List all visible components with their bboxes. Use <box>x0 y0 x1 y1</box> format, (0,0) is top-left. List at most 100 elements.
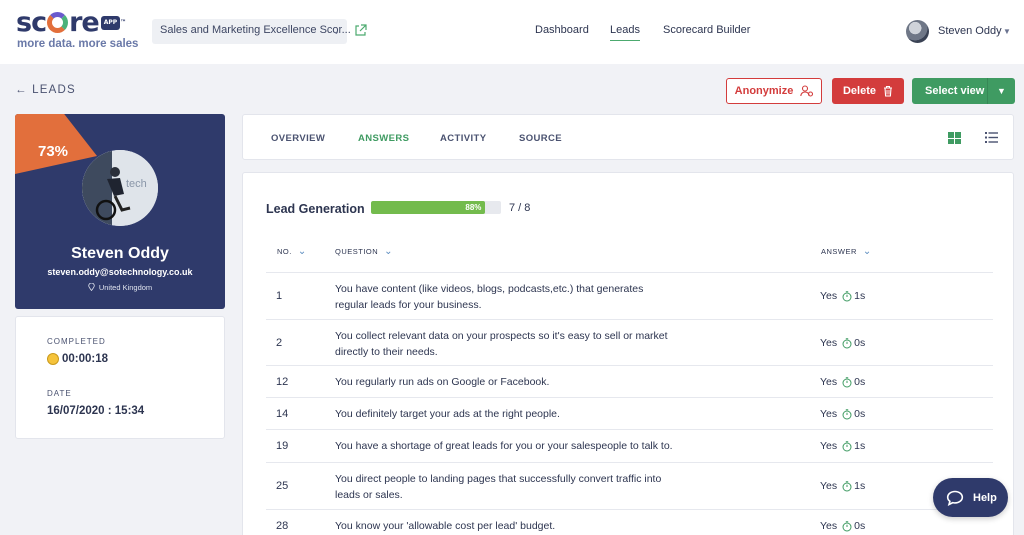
delete-button[interactable]: Delete <box>832 78 904 104</box>
row-answer: Yes 0s <box>820 376 865 388</box>
chevron-down-icon: ⌄ <box>384 246 394 257</box>
row-time-value: 0s <box>854 520 866 532</box>
stopwatch-icon <box>842 337 852 348</box>
tab-overview[interactable]: OVERVIEW <box>271 133 325 144</box>
answers-panel: Lead Generation 88% 7 / 8 NO. ⌄ QUESTION ⌄… <box>242 172 1014 535</box>
nav-leads[interactable]: Leads <box>610 24 640 41</box>
table-row[interactable]: 19 You have a shortage of great leads fo… <box>266 429 993 462</box>
section-progress-count: 7 / 8 <box>509 202 531 214</box>
column-header-question-label: QUESTION <box>335 247 379 256</box>
tab-activity[interactable]: ACTIVITY <box>440 133 486 144</box>
table-row[interactable]: 14 You definitely target your ads at the… <box>266 397 993 429</box>
select-view-label: Select view <box>925 85 985 97</box>
row-question: You have content (like videos, blogs, po… <box>335 283 644 311</box>
row-answer-time: 1s <box>842 290 865 302</box>
row-answer-value: Yes <box>820 440 838 452</box>
column-header-answer-label: ANSWER <box>821 247 857 256</box>
scorecard-select[interactable]: Sales and Marketing Excellence Scor... ⌄ <box>152 19 351 44</box>
row-answer-time: 0s <box>842 337 865 349</box>
user-hide-icon <box>800 85 814 97</box>
row-answer-value: Yes <box>820 376 838 388</box>
scoreapp-logo[interactable]: sc re APP ™ more data. more sales <box>16 9 139 51</box>
back-to-leads-link[interactable]: ← LEADS <box>15 84 76 96</box>
stopwatch-icon <box>842 376 852 387</box>
grid-view-icon[interactable] <box>948 132 961 144</box>
row-time-value: 0s <box>854 408 866 420</box>
tab-source[interactable]: SOURCE <box>519 133 562 144</box>
column-header-no[interactable]: NO. ⌄ <box>277 246 307 257</box>
svg-text:tech: tech <box>126 178 147 190</box>
stopwatch-icon <box>842 290 852 301</box>
logo-tagline: more data. more sales <box>17 38 139 50</box>
help-button[interactable]: Help <box>933 478 1008 517</box>
row-time-value: 0s <box>854 376 866 388</box>
row-question: You definitely target your ads at the ri… <box>335 408 560 420</box>
section-title: Lead Generation <box>266 202 365 216</box>
smiley-icon <box>47 353 59 365</box>
lead-name: Steven Oddy <box>71 245 169 262</box>
row-number: 12 <box>276 376 289 388</box>
table-row[interactable]: 2 You collect relevant data on your pros… <box>266 319 993 365</box>
row-answer: Yes 0s <box>820 337 865 349</box>
logo-app-badge: APP <box>100 15 121 30</box>
row-time-value: 1s <box>854 480 866 492</box>
date-label: DATE <box>47 389 72 398</box>
row-number: 14 <box>276 408 289 420</box>
row-answer-value: Yes <box>820 290 838 302</box>
select-view-button[interactable]: Select view ▼ <box>912 78 1015 104</box>
anonymize-label: Anonymize <box>734 85 794 97</box>
nav-dashboard[interactable]: Dashboard <box>535 24 589 36</box>
lead-location-text: United Kingdom <box>98 283 153 292</box>
location-pin-icon <box>88 282 95 292</box>
user-menu-chevron-icon[interactable]: ▼ <box>1003 27 1011 36</box>
lead-score: 73% <box>38 143 69 160</box>
stopwatch-icon <box>842 520 852 531</box>
lead-email[interactable]: steven.oddy@sotechnology.co.uk <box>15 267 225 277</box>
chevron-down-icon[interactable]: ▼ <box>987 78 1015 104</box>
help-label: Help <box>973 491 997 504</box>
table-row[interactable]: 1 You have content (like videos, blogs, … <box>266 272 993 319</box>
external-link-icon[interactable] <box>354 24 367 37</box>
row-answer-time: 0s <box>842 376 865 388</box>
row-question: You have a shortage of great leads for y… <box>335 440 673 452</box>
row-question: You regularly run ads on Google or Faceb… <box>335 376 550 388</box>
row-number: 25 <box>276 480 289 492</box>
date-value: 16/07/2020 : 15:34 <box>47 405 145 417</box>
row-number: 28 <box>276 520 289 532</box>
table-row[interactable]: 25 You direct people to landing pages th… <box>266 462 993 509</box>
lead-tabs: OVERVIEW ANSWERS ACTIVITY SOURCE <box>242 114 1014 160</box>
user-name[interactable]: Steven Oddy <box>938 25 1002 37</box>
row-question: You know your 'allowable cost per lead' … <box>335 520 556 532</box>
row-question: You direct people to landing pages that … <box>335 473 662 501</box>
table-row[interactable]: 28 You know your 'allowable cost per lea… <box>266 509 993 535</box>
row-time-value: 1s <box>854 290 866 302</box>
logo-o-icon <box>47 12 69 33</box>
section-progress-bar: 88% <box>371 201 501 214</box>
table-row[interactable]: 12 You regularly run ads on Google or Fa… <box>266 365 993 397</box>
row-answer-value: Yes <box>820 408 838 420</box>
tab-answers[interactable]: ANSWERS <box>358 133 409 144</box>
lead-location: United Kingdom <box>15 282 225 292</box>
completed-value: 00:00:18 <box>47 353 108 365</box>
nav-scorecard-builder[interactable]: Scorecard Builder <box>663 24 750 36</box>
list-view-icon[interactable] <box>985 132 998 143</box>
user-avatar[interactable] <box>906 20 929 43</box>
back-to-leads-label: LEADS <box>32 84 76 96</box>
column-header-question[interactable]: QUESTION ⌄ <box>335 246 393 257</box>
logo-trademark: ™ <box>120 19 127 26</box>
anonymize-button[interactable]: Anonymize <box>726 78 822 104</box>
section-progress-fill: 88% <box>371 201 486 214</box>
column-header-no-label: NO. <box>277 247 292 256</box>
row-time-value: 0s <box>854 337 866 349</box>
lead-photo-image: tech <box>82 150 158 226</box>
chevron-down-icon: ⌄ <box>332 26 340 36</box>
lead-avatar: tech <box>82 150 158 226</box>
completed-label: COMPLETED <box>47 337 106 346</box>
row-answer-value: Yes <box>820 520 838 532</box>
row-time-value: 1s <box>854 440 866 452</box>
row-number: 2 <box>276 337 283 349</box>
row-answer: Yes 0s <box>820 520 865 532</box>
row-answer-value: Yes <box>820 480 838 492</box>
completed-time: 00:00:18 <box>62 353 109 365</box>
column-header-answer[interactable]: ANSWER ⌄ <box>821 246 872 257</box>
